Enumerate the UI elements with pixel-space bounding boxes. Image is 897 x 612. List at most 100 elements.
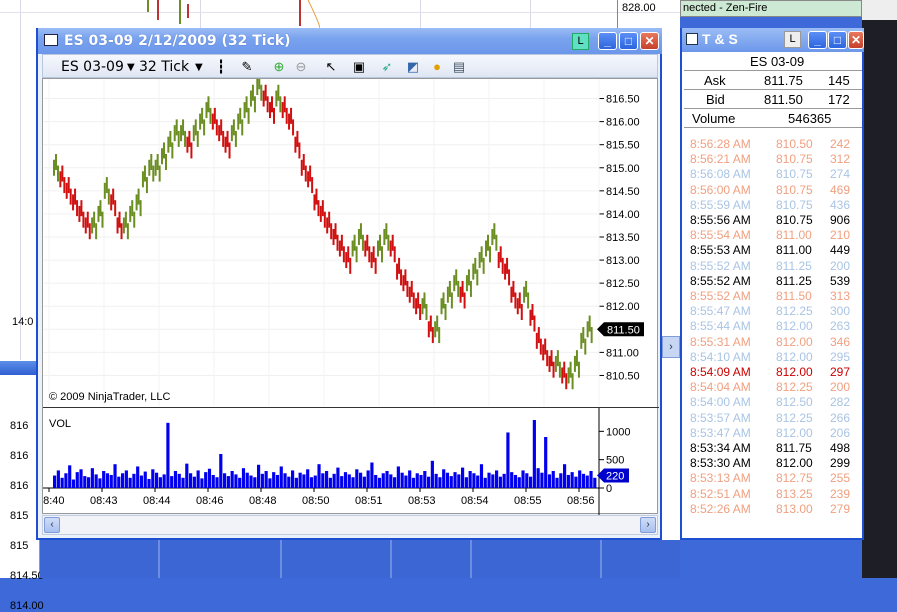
price-bar [377, 240, 379, 257]
ts-maximize-button[interactable]: □ [828, 31, 847, 49]
strategy-icon[interactable]: ➶ [379, 59, 395, 75]
volume-bar [98, 478, 102, 488]
trade-row[interactable]: 8:53:13 AM 812.75 255 [690, 471, 860, 486]
volume-bar [457, 474, 461, 488]
trade-time: 8:55:52 AM [690, 273, 751, 288]
trade-time: 8:55:52 AM [690, 258, 751, 273]
trade-row[interactable]: 8:55:31 AM 812.00 346 [690, 335, 860, 350]
ts-titlebar[interactable]: T & S L _ □ ✕ [682, 28, 864, 52]
price-bar [332, 229, 335, 245]
volume-bar [245, 472, 249, 488]
volume-bar [502, 473, 506, 488]
price-bar [478, 252, 481, 269]
volume-bar [158, 477, 162, 488]
price-bar [586, 321, 589, 338]
trade-row[interactable]: 8:56:21 AM 810.75 312 [690, 152, 860, 167]
trade-row[interactable]: 8:55:59 AM 810.75 436 [690, 198, 860, 213]
trade-row[interactable]: 8:55:52 AM 811.25 200 [690, 259, 860, 274]
indicator-icon[interactable]: ● [429, 59, 445, 75]
trade-row[interactable]: 8:54:09 AM 812.00 297 [690, 365, 860, 380]
trade-size: 200 [830, 380, 851, 395]
volume-panel: 1000 500 0220 08:40 08:43 08:44 08:46 08:48 08:5… [37, 407, 659, 516]
price-bar [480, 246, 483, 263]
trade-row[interactable]: 8:56:08 AM 810.75 274 [690, 167, 860, 182]
price-bar [239, 107, 242, 124]
scroll-right-button[interactable]: › [640, 517, 656, 533]
trade-size: 210 [830, 228, 851, 243]
trade-row[interactable]: 8:52:51 AM 813.25 239 [690, 487, 860, 502]
trade-size: 266 [830, 410, 851, 425]
ts-close-button[interactable]: ✕ [848, 31, 864, 49]
close-button[interactable]: ✕ [640, 32, 659, 50]
instrument-selector[interactable]: ES 03-09 [61, 59, 124, 75]
zoom-out-icon[interactable]: ⊖ [293, 59, 309, 75]
interval-dropdown-icon[interactable]: ▼ [195, 62, 203, 73]
trade-time: 8:56:08 AM [690, 167, 751, 182]
chart-titlebar[interactable]: ES 03-09 2/12/2009 (32 Tick) L _ □ ✕ [38, 28, 662, 54]
volume-bar [430, 460, 434, 488]
volume-bar [332, 473, 336, 488]
chart-plot-area[interactable]: 816.50 816.00 815.50 815.00 814.50 814.00 813.… [37, 73, 659, 516]
trade-row[interactable]: 8:54:00 AM 812.50 282 [690, 395, 860, 410]
trade-row[interactable]: 8:55:47 AM 812.25 300 [690, 304, 860, 319]
trade-row[interactable]: 8:56:28 AM 810.50 242 [690, 137, 860, 152]
chart-style-icon[interactable]: ◩ [405, 59, 421, 75]
trade-row[interactable]: 8:55:52 AM 811.25 539 [690, 274, 860, 289]
minimize-button[interactable]: _ [598, 32, 617, 50]
trade-row[interactable]: 8:54:10 AM 812.00 295 [690, 350, 860, 365]
volume-bar [121, 473, 125, 488]
expand-arrow-button[interactable]: › [662, 336, 680, 358]
price-bar [370, 252, 373, 269]
ts-minimize-button[interactable]: _ [808, 31, 827, 49]
price-bar [105, 177, 108, 194]
price-bar [304, 165, 307, 182]
trade-size: 255 [830, 471, 851, 486]
trade-row[interactable]: 8:53:34 AM 811.75 498 [690, 441, 860, 456]
bars-type-icon[interactable]: ┇ [213, 59, 229, 75]
price-bar [450, 292, 453, 309]
trade-row[interactable]: 8:55:44 AM 812.00 263 [690, 319, 860, 334]
price-bar [487, 234, 489, 251]
chart-scrollbar[interactable]: ‹ › [42, 515, 658, 535]
trade-row[interactable]: 8:55:56 AM 810.75 906 [690, 213, 860, 228]
trade-price: 812.00 [776, 349, 813, 364]
trade-row[interactable]: 8:56:00 AM 810.75 469 [690, 183, 860, 198]
price-bar [364, 240, 367, 257]
price-bar [131, 200, 134, 217]
trade-row[interactable]: 8:55:53 AM 811.00 449 [690, 243, 860, 258]
interval-selector[interactable]: 32 Tick [139, 59, 189, 75]
zoom-in-icon[interactable]: ⊕ [271, 59, 287, 75]
volume-bar [359, 472, 363, 488]
trade-row[interactable]: 8:53:30 AM 812.00 299 [690, 456, 860, 471]
properties-icon[interactable]: ▣ [351, 59, 367, 75]
volume-bar [389, 474, 393, 488]
trade-row[interactable]: 8:55:54 AM 811.00 210 [690, 228, 860, 243]
volume-tick-label: 0 [606, 483, 612, 495]
trade-size: 539 [830, 273, 851, 288]
pointer-icon[interactable]: ↖ [323, 59, 339, 75]
volume-bar [574, 476, 578, 488]
trade-row[interactable]: 8:53:57 AM 812.25 266 [690, 411, 860, 426]
pen-draw-icon[interactable]: ✎ [239, 59, 255, 75]
trade-size: 295 [830, 349, 851, 364]
volume-bar [155, 472, 159, 488]
trade-price: 811.00 [776, 228, 812, 243]
link-badge[interactable]: L [572, 33, 589, 50]
data-box-icon[interactable]: ▤ [451, 59, 467, 75]
trade-size: 498 [830, 441, 851, 455]
time-tick-label: 08:50 [302, 495, 330, 507]
scroll-left-button[interactable]: ‹ [44, 517, 60, 533]
price-bar [116, 217, 119, 234]
ts-link-badge[interactable]: L [784, 31, 801, 48]
background-axis-tick: 816 [10, 420, 29, 432]
trade-row[interactable]: 8:55:52 AM 811.50 313 [690, 289, 860, 304]
price-bar [446, 286, 449, 303]
volume-bar [109, 474, 113, 488]
trade-row[interactable]: 8:52:26 AM 813.00 279 [690, 502, 860, 517]
instrument-dropdown-icon[interactable]: ▼ [127, 62, 135, 73]
volume-bar [162, 474, 166, 488]
trade-row[interactable]: 8:54:04 AM 812.25 200 [690, 380, 860, 395]
trade-row[interactable]: 8:53:47 AM 812.00 206 [690, 426, 860, 441]
maximize-button[interactable]: □ [619, 32, 638, 50]
trade-price: 811.00 [776, 243, 812, 258]
